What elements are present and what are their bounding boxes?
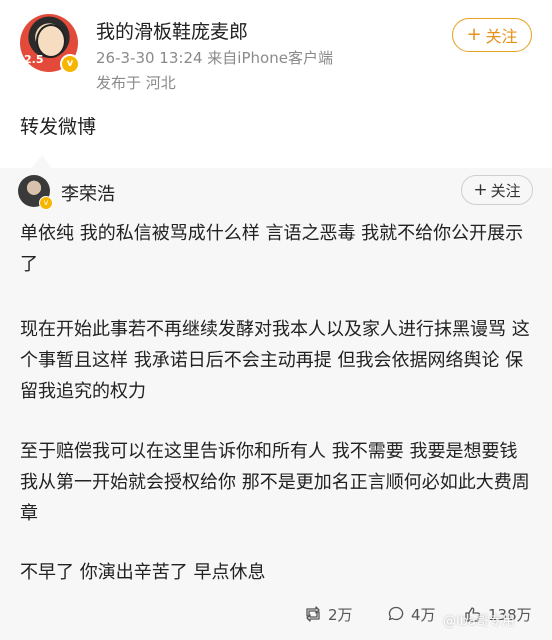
avatar[interactable]: 2.5 v xyxy=(20,14,80,74)
verified-badge-icon: v xyxy=(60,54,80,74)
plus-icon: + xyxy=(473,179,488,200)
repost-text: 转发微博 xyxy=(20,116,97,138)
quoted-follow-button[interactable]: + 关注 xyxy=(461,175,533,205)
follow-button-label: 关注 xyxy=(485,27,518,46)
comment-count: 4万 xyxy=(411,605,436,624)
repost-count: 2万 xyxy=(328,605,353,624)
plus-icon: + xyxy=(466,24,482,45)
username[interactable]: 我的滑板鞋庞麦郎 xyxy=(96,17,248,44)
quoted-paragraph: 现在开始此事若不再继续发酵对我本人以及家人进行抹黑谩骂 这个事暂且这样 我承诺日… xyxy=(20,319,530,402)
quoted-paragraph: 单依纯 我的私信被骂成什么样 言语之恶毒 我就不给你公开展示了 xyxy=(20,223,524,275)
quoted-avatar[interactable]: v xyxy=(18,175,53,210)
quote-pointer xyxy=(32,155,52,168)
verified-badge-icon: v xyxy=(39,196,53,210)
quoted-paragraph: 至于赔偿我可以在这里告诉你和所有人 我不需要 我要是想要钱 我从第一开始就会授权… xyxy=(20,441,530,524)
avatar-text: 2.5 xyxy=(24,53,44,66)
quoted-post[interactable]: v 李荣浩 + 关注 单依纯 我的私信被骂成什么样 言语之恶毒 我就不给你公开展… xyxy=(0,168,552,640)
post-header: 2.5 v 我的滑板鞋庞麦郎 26-3-30 13:24 来自iPhone客户端… xyxy=(0,0,552,150)
quoted-follow-label: 关注 xyxy=(490,181,521,200)
follow-button[interactable]: + 关注 xyxy=(452,18,532,52)
quoted-username[interactable]: 李荣浩 xyxy=(61,180,115,206)
quoted-paragraph: 不早了 你演出辛苦了 早点休息 xyxy=(20,562,266,583)
watermark: @lba哥专用 xyxy=(443,614,515,629)
repost-stat[interactable]: 2万 xyxy=(304,602,353,626)
comment-icon xyxy=(388,606,404,621)
post-meta: 26-3-30 13:24 来自iPhone客户端 xyxy=(96,49,333,67)
repost-icon xyxy=(306,606,320,622)
post-location: 发布于 河北 xyxy=(96,74,176,92)
comment-stat[interactable]: 4万 xyxy=(387,602,436,626)
